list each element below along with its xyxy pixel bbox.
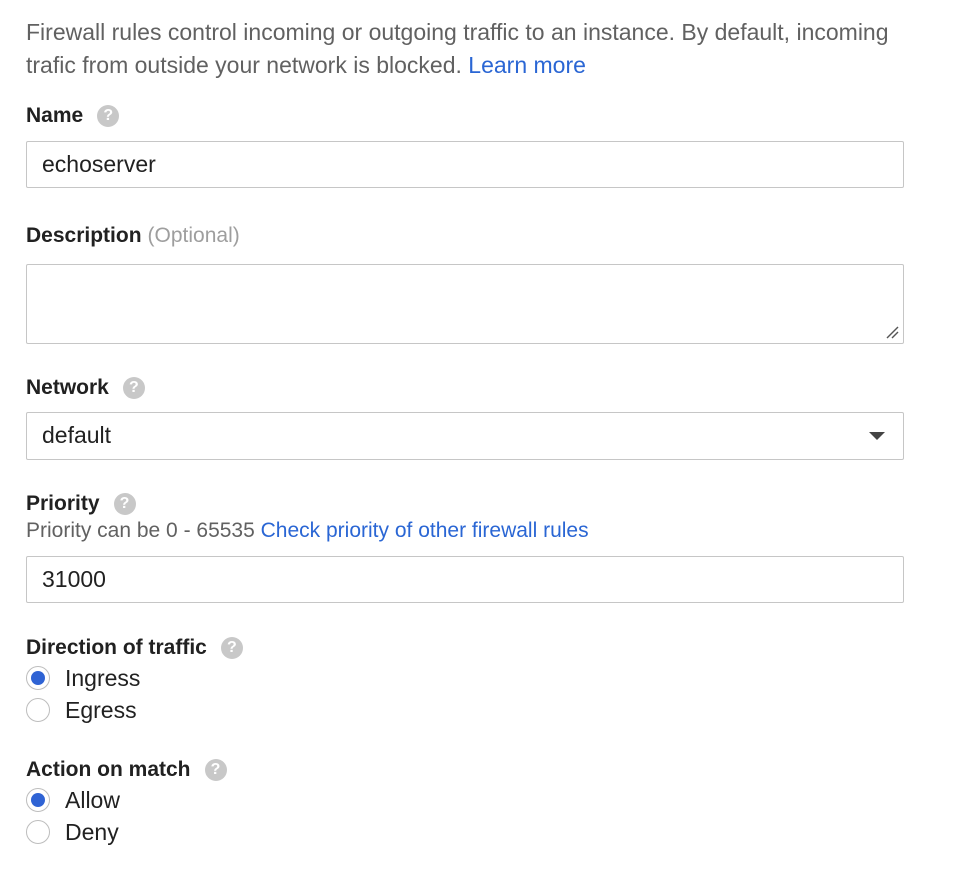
radio-egress-label: Egress	[65, 696, 137, 723]
radio-allow-label: Allow	[65, 786, 120, 813]
radio-button-selected[interactable]	[26, 666, 50, 690]
priority-label-row: Priority ?	[26, 489, 136, 519]
priority-help-icon[interactable]: ?	[113, 493, 136, 515]
priority-hint-text: Priority can be 0 - 65535	[26, 519, 255, 542]
check-priority-link[interactable]: Check priority of other firewall rules	[261, 519, 589, 542]
priority-hint: Priority can be 0 - 65535 Check priority…	[26, 519, 589, 543]
action-label-row: Action on match ?	[26, 755, 227, 785]
radio-button-selected[interactable]	[26, 788, 50, 812]
network-select[interactable]: default	[26, 412, 904, 460]
radio-deny-label: Deny	[65, 818, 119, 845]
network-label-row: Network ?	[26, 373, 145, 403]
chevron-down-icon	[869, 432, 885, 440]
priority-label: Priority	[26, 492, 100, 515]
intro-description: Firewall rules control incoming or outgo…	[26, 19, 889, 78]
radio-deny[interactable]: Deny	[26, 817, 119, 847]
network-selected-value: default	[42, 422, 112, 448]
priority-input[interactable]: 31000	[26, 556, 904, 603]
resize-grip-icon[interactable]	[885, 325, 899, 339]
name-help-icon[interactable]: ?	[97, 105, 120, 127]
network-help-icon[interactable]: ?	[122, 377, 145, 399]
radio-button-unselected[interactable]	[26, 820, 50, 844]
description-label: Description	[26, 224, 142, 247]
radio-ingress[interactable]: Ingress	[26, 663, 140, 693]
direction-help-icon[interactable]: ?	[220, 637, 243, 659]
network-label: Network	[26, 376, 109, 399]
name-label-row: Name ?	[26, 101, 120, 131]
radio-egress[interactable]: Egress	[26, 695, 137, 725]
name-input[interactable]: echoserver	[26, 141, 904, 188]
radio-button-unselected[interactable]	[26, 698, 50, 722]
radio-allow[interactable]: Allow	[26, 785, 120, 815]
radio-dot	[31, 671, 45, 685]
direction-label-row: Direction of traffic ?	[26, 633, 243, 663]
name-label: Name	[26, 104, 84, 127]
radio-dot	[31, 793, 45, 807]
direction-label: Direction of traffic	[26, 636, 207, 659]
intro-text: Firewall rules control incoming or outgo…	[26, 16, 926, 82]
description-optional-label: (Optional)	[147, 224, 240, 247]
radio-ingress-label: Ingress	[65, 664, 141, 691]
description-label-row: Description (Optional)	[26, 221, 240, 251]
description-textarea[interactable]	[26, 264, 904, 344]
action-help-icon[interactable]: ?	[204, 759, 227, 781]
action-label: Action on match	[26, 758, 191, 781]
learn-more-link[interactable]: Learn more	[468, 52, 586, 78]
